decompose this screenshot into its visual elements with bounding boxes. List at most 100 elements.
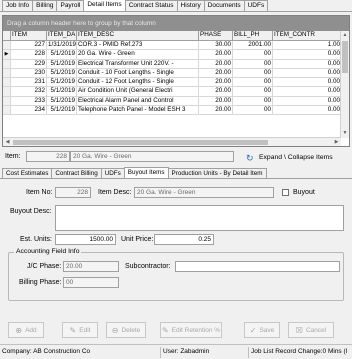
cell-item-date: 5/1/2019 bbox=[47, 50, 77, 59]
tab-documents[interactable]: Documents bbox=[203, 0, 245, 11]
cell-item-date: 1/31/2019 bbox=[48, 41, 77, 50]
status-divider bbox=[160, 347, 161, 358]
cell-item-date: 5/1/2019 bbox=[47, 68, 77, 78]
table-row[interactable]: 231 5/1/2019 Conduit - 12 Foot Lengths - S… bbox=[3, 78, 341, 88]
plus-circle-icon: ⊕ bbox=[15, 325, 23, 335]
cell-phase: 20.00 bbox=[199, 96, 233, 106]
column-header-item[interactable]: ITEM bbox=[11, 31, 47, 40]
cell-item-date: 5/1/2019 bbox=[47, 78, 77, 87]
refresh-icon: ↻ bbox=[246, 152, 254, 163]
cell-item-contract: 0.00 bbox=[327, 50, 340, 58]
edit-button[interactable]: ✎ Edit bbox=[62, 322, 98, 338]
row-indicator-header bbox=[3, 31, 11, 40]
table-row[interactable]: 234 5/1/2019 Telephone Patch Panel - Model… bbox=[3, 106, 341, 116]
item-description-field: 20 Ga. Wire - Green bbox=[70, 151, 234, 162]
cell-item-desc: Conduit - 12 Foot Lengths - Single bbox=[77, 78, 199, 87]
cell-item-desc: Air Condition Unit (General Electri bbox=[77, 87, 199, 96]
item-no-field: 228 bbox=[55, 187, 91, 198]
buyout-checkbox[interactable] bbox=[282, 189, 289, 196]
table-row[interactable]: 229 5/1/2019 Electrical Transformer Unit 2… bbox=[3, 59, 341, 69]
tab-cost-estimates[interactable]: Cost Estimates bbox=[2, 168, 53, 178]
billing-phase-label: Billing Phase: bbox=[19, 279, 62, 286]
delete-button[interactable]: ⊖ Delete bbox=[106, 322, 146, 338]
item-label: Item: bbox=[5, 153, 21, 160]
table-row[interactable]: ▶ 228 5/1/2019 20 Ga. Wire - Green 20.00 00 0.… bbox=[3, 50, 341, 60]
minus-circle-icon: ⊖ bbox=[111, 325, 119, 335]
buyout-checkbox-label: Buyout bbox=[293, 189, 315, 196]
cancel-button[interactable]: ☒ Cancel bbox=[288, 322, 334, 338]
item-desc-label: Item Desc: bbox=[98, 189, 132, 196]
pencil-icon: ✎ bbox=[161, 325, 169, 335]
scroll-thumb-horizontal[interactable] bbox=[13, 140, 268, 145]
cell-bill-phase: 00 bbox=[233, 59, 273, 68]
tab-production-units[interactable]: Production Units - By Detail Item bbox=[167, 168, 267, 178]
cell-item-desc: COR.3 - PMID Ref.273 bbox=[77, 41, 199, 50]
cell-item: 229 bbox=[11, 59, 47, 68]
cell-phase: 20.00 bbox=[199, 87, 233, 96]
row-indicator bbox=[3, 106, 11, 115]
est-units-field[interactable]: 1500.00 bbox=[55, 234, 116, 245]
cell-item-contract: 0.00 bbox=[327, 87, 340, 95]
subcontractor-label: Subcontractor: bbox=[125, 263, 171, 270]
cell-phase: 20.00 bbox=[199, 59, 233, 68]
scroll-thumb[interactable] bbox=[342, 41, 348, 73]
subcontractor-field[interactable] bbox=[175, 261, 340, 272]
column-header-item-contract[interactable]: ITEM_CONTR bbox=[273, 31, 341, 40]
add-button-label: Add bbox=[25, 326, 37, 334]
cell-item: 227 bbox=[11, 41, 47, 50]
table-row[interactable]: 233 5/1/2019 Electrical Alarm Panel and Co… bbox=[3, 96, 341, 107]
save-button[interactable]: ✓ Save bbox=[244, 322, 280, 338]
status-bar: Company: AB Construction Co User: Zabadm… bbox=[0, 344, 352, 359]
table-row[interactable]: 230 5/1/2019 Conduit - 10 Foot Lengths - S… bbox=[3, 68, 341, 79]
scroll-up-icon[interactable]: ▲ bbox=[341, 31, 349, 40]
edit-retention-button[interactable]: ✎ Edit Retention % bbox=[160, 322, 222, 338]
tab-billing[interactable]: Billing bbox=[32, 0, 58, 11]
cell-item-contract: 0.00 bbox=[327, 68, 340, 76]
table-row[interactable]: 227 1/31/2019 COR.3 - PMID Ref.273 30.00 200… bbox=[3, 41, 341, 51]
group-by-panel[interactable]: Drag a column header here to group by th… bbox=[3, 16, 349, 31]
expand-collapse-button[interactable]: ↻ Expand \ Collapse Items bbox=[246, 151, 348, 164]
cell-bill-phase: 00 bbox=[233, 78, 273, 87]
tab-contract-status[interactable]: Contract Status bbox=[124, 0, 178, 11]
accounting-field-group: Accounting Field Info J/C Phase: 20.00 S… bbox=[8, 248, 344, 301]
scroll-right-icon[interactable]: ▶ bbox=[332, 138, 341, 147]
buyout-desc-field[interactable] bbox=[55, 205, 344, 231]
cell-item-date: 5/1/2019 bbox=[47, 59, 77, 68]
tab-buyout-items[interactable]: Buyout Items bbox=[123, 167, 169, 178]
row-indicator bbox=[3, 59, 11, 68]
cell-item: 233 bbox=[11, 96, 47, 106]
cell-bill-phase: 00 bbox=[233, 96, 273, 106]
column-header-phase[interactable]: PHASE bbox=[199, 31, 233, 40]
cell-item-contract: 1.00 bbox=[327, 41, 340, 48]
table-row[interactable]: 232 5/1/2019 Air Condition Unit (General E… bbox=[3, 87, 341, 97]
grid-horizontal-scrollbar[interactable]: ◀ ▶ bbox=[3, 137, 341, 146]
unit-price-field[interactable]: 0.25 bbox=[154, 234, 214, 245]
scroll-left-icon[interactable]: ◀ bbox=[3, 138, 12, 147]
tab-payroll[interactable]: Payroll bbox=[56, 0, 85, 11]
tab-detail-items[interactable]: Detail Items bbox=[83, 0, 126, 11]
top-tab-strip: Job Info Billing Payroll Detail Items Co… bbox=[0, 0, 352, 12]
item-no-label: Item No: bbox=[26, 189, 53, 196]
tab-contract-billing[interactable]: Contract Billing bbox=[51, 168, 102, 178]
row-indicator bbox=[3, 96, 11, 106]
cell-bill-phase: 00 bbox=[233, 50, 273, 59]
column-header-bill-phase[interactable]: BILL_PH bbox=[233, 31, 273, 40]
expand-collapse-label: Expand \ Collapse Items bbox=[259, 154, 333, 161]
x-box-icon: ☒ bbox=[295, 325, 303, 335]
column-header-item-desc[interactable]: ITEM_DESC bbox=[77, 31, 199, 40]
tab-udfs[interactable]: UDFs bbox=[243, 0, 269, 11]
tab-history[interactable]: History bbox=[176, 0, 205, 11]
cell-phase: 20.00 bbox=[199, 50, 233, 59]
status-divider bbox=[248, 347, 249, 358]
cell-phase: 20.00 bbox=[199, 68, 233, 78]
cell-bill-phase: 00 bbox=[233, 106, 273, 115]
column-header-item-date[interactable]: ITEM_DA bbox=[47, 31, 77, 40]
tab-job-info[interactable]: Job Info bbox=[2, 0, 34, 11]
tab-sub-udfs[interactable]: UDFs bbox=[100, 168, 125, 178]
add-button[interactable]: ⊕ Add bbox=[8, 322, 44, 338]
scroll-down-icon[interactable]: ▼ bbox=[341, 129, 349, 138]
status-user: User: Zabadmin bbox=[163, 348, 210, 355]
grid-vertical-scrollbar[interactable]: ▲ ▼ bbox=[340, 31, 349, 138]
est-units-label: Est. Units: bbox=[20, 236, 52, 243]
sub-tab-strip: Cost Estimates Contract Billing UDFs Buy… bbox=[0, 167, 352, 179]
